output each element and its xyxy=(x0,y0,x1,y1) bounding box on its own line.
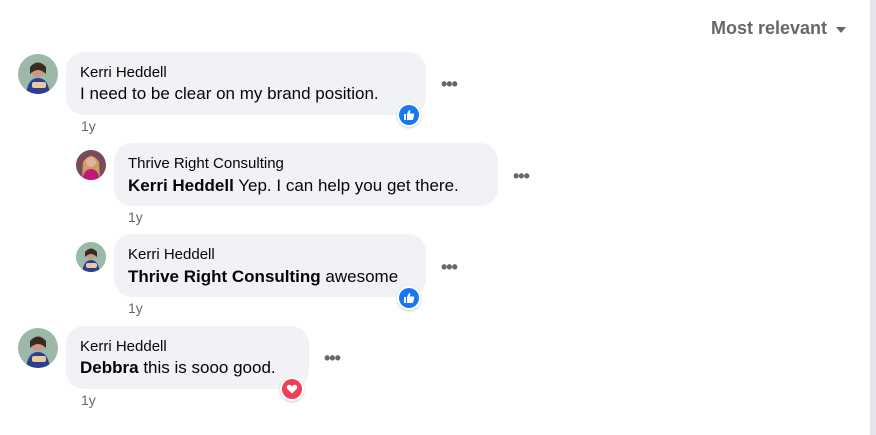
scrollbar[interactable] xyxy=(870,0,876,435)
comment-time[interactable]: 1y xyxy=(81,392,96,408)
comment-bubble: Kerri Heddell I need to be clear on my b… xyxy=(66,52,426,115)
like-reaction[interactable] xyxy=(397,286,421,310)
comment-body: Yep. I can help you get there. xyxy=(238,176,459,195)
sort-dropdown[interactable]: Most relevant xyxy=(711,18,847,39)
heart-icon xyxy=(282,379,302,399)
mention-link[interactable]: Thrive Right Consulting xyxy=(128,267,321,286)
more-options-icon[interactable]: ••• xyxy=(513,167,530,185)
comment-body: awesome xyxy=(325,267,399,286)
sort-label: Most relevant xyxy=(711,18,828,38)
mention-link[interactable]: Kerri Heddell xyxy=(128,176,234,195)
comment-author[interactable]: Kerri Heddell xyxy=(80,338,167,355)
thumbs-up-icon xyxy=(399,288,419,308)
avatar[interactable] xyxy=(76,150,106,180)
comment-bubble: Kerri Heddell Debbra this is sooo good. xyxy=(66,326,309,389)
comment-bubble: Kerri Heddell Thrive Right Consulting aw… xyxy=(114,234,426,297)
comment-time[interactable]: 1y xyxy=(128,300,143,316)
thumbs-up-icon xyxy=(399,105,419,125)
comment-time[interactable]: 1y xyxy=(128,209,143,225)
avatar[interactable] xyxy=(18,328,58,368)
comment-body: this is sooo good. xyxy=(143,358,276,377)
more-options-icon[interactable]: ••• xyxy=(441,75,458,93)
comment-author[interactable]: Kerri Heddell xyxy=(128,246,215,263)
comment-author[interactable]: Kerri Heddell xyxy=(80,64,167,81)
love-reaction[interactable] xyxy=(280,377,304,401)
more-options-icon[interactable]: ••• xyxy=(324,349,341,367)
comment-text: Debbra this is sooo good. xyxy=(80,358,276,378)
caret-down-icon xyxy=(836,26,847,33)
comment-time[interactable]: 1y xyxy=(81,118,96,134)
avatar[interactable] xyxy=(18,54,58,94)
comment-text: I need to be clear on my brand position. xyxy=(80,84,379,103)
comment-text: Kerri Heddell Yep. I can help you get th… xyxy=(128,176,459,196)
comment-author[interactable]: Thrive Right Consulting xyxy=(128,155,284,172)
more-options-icon[interactable]: ••• xyxy=(441,258,458,276)
mention-link[interactable]: Debbra xyxy=(80,358,139,377)
comment-text: Thrive Right Consulting awesome xyxy=(128,267,398,287)
comment-bubble: Thrive Right Consulting Kerri Heddell Ye… xyxy=(114,143,498,206)
avatar[interactable] xyxy=(76,242,106,272)
like-reaction[interactable] xyxy=(397,103,421,127)
